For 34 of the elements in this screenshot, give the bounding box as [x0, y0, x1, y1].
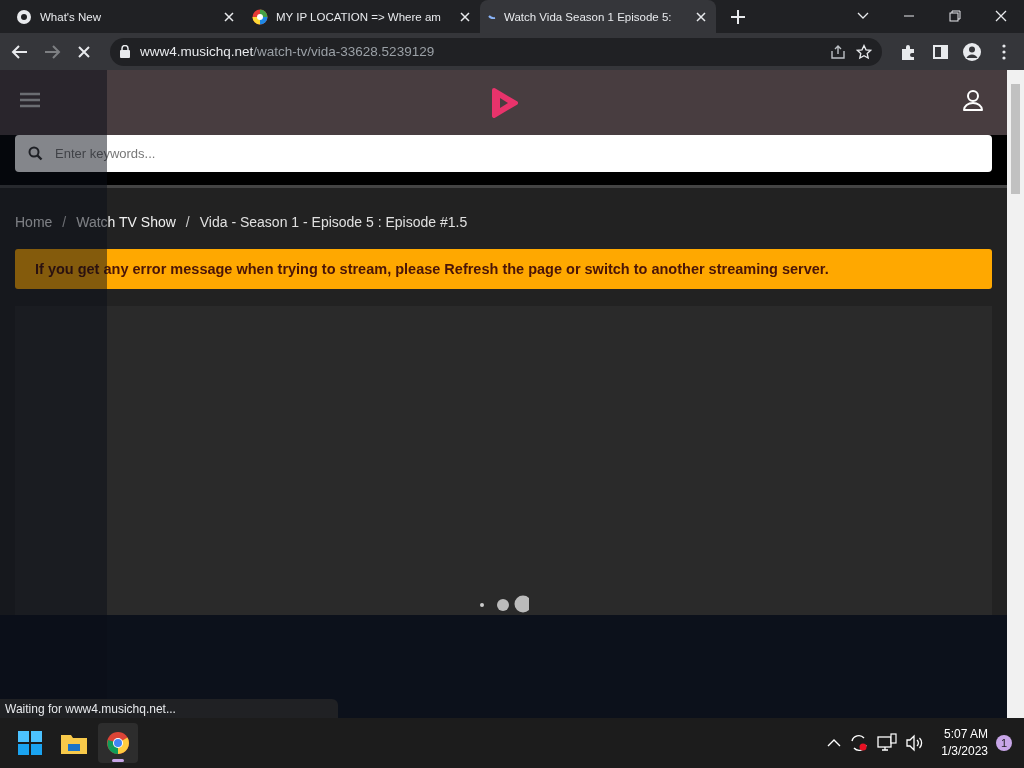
menu-icon[interactable] [20, 92, 40, 108]
notification-badge[interactable]: 1 [996, 735, 1012, 751]
address-bar[interactable]: www4.musichq.net/watch-tv/vida-33628.5239129 [110, 37, 882, 66]
sync-icon[interactable] [849, 733, 870, 753]
breadcrumb-link[interactable]: Watch TV Show [76, 214, 176, 230]
browser-tab[interactable]: Watch Vida Season 1 Episode 5: [480, 0, 716, 33]
close-icon[interactable] [222, 9, 236, 24]
chevron-up-icon[interactable] [827, 738, 842, 748]
loading-spinner-icon [488, 14, 496, 19]
close-icon[interactable] [694, 9, 708, 24]
chrome-icon [106, 731, 130, 755]
user-icon[interactable] [963, 90, 983, 112]
breadcrumb-separator: / [185, 214, 190, 230]
search-icon [28, 146, 43, 161]
globe-icon [252, 8, 268, 25]
breadcrumb-separator: / [62, 214, 67, 230]
share-icon[interactable] [830, 43, 846, 60]
browser-tab[interactable]: What's New [8, 0, 244, 33]
clock-date[interactable]: 1/3/2023 [941, 743, 988, 760]
clock-time[interactable]: 5:07 AM [943, 726, 988, 743]
play-logo-icon[interactable] [489, 87, 518, 118]
taskbar-app[interactable] [98, 723, 138, 763]
breadcrumb-link[interactable]: Home [15, 214, 53, 230]
browser-tab[interactable]: MY IP LOCATION => Where am [244, 0, 480, 33]
status-bubble: Waiting for www4.musichq.net... [0, 699, 338, 718]
folder-icon [61, 732, 87, 754]
lock-icon [120, 45, 130, 58]
scrollbar[interactable] [1007, 70, 1024, 718]
breadcrumb-current: Vida - Season 1 - Episode 5 : Episode #1.5 [199, 214, 468, 230]
windows-logo-icon [18, 731, 42, 755]
network-icon[interactable] [877, 733, 898, 753]
chrome-icon [16, 8, 32, 25]
star-icon[interactable] [856, 43, 872, 60]
close-icon[interactable] [458, 9, 472, 24]
